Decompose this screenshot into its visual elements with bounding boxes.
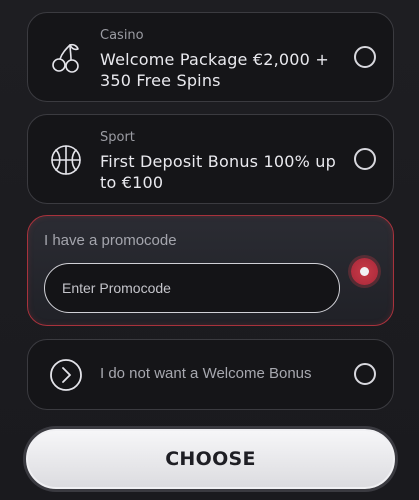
option-promocode-card[interactable]: I have a promocode xyxy=(27,215,394,326)
basketball-icon xyxy=(48,142,84,178)
no-bonus-radio-button[interactable] xyxy=(354,363,376,385)
option-sport-card[interactable]: Sport First Deposit Bonus 100% up to €10… xyxy=(27,114,394,204)
option-category-label: Sport xyxy=(100,130,135,145)
sport-radio-button[interactable] xyxy=(354,148,376,170)
promocode-label: I have a promocode xyxy=(44,232,177,249)
promocode-input[interactable] xyxy=(44,263,340,313)
no-bonus-label: I do not want a Welcome Bonus xyxy=(100,365,312,382)
choose-button[interactable]: CHOOSE xyxy=(26,429,395,489)
option-title: Welcome Package €2,000 + 350 Free Spins xyxy=(100,50,329,90)
chevron-right-circle-icon xyxy=(48,357,84,393)
casino-radio-button[interactable] xyxy=(354,46,376,68)
bonus-selection-page: Casino Welcome Package €2,000 + 350 Free… xyxy=(0,0,419,500)
radio-selected-dot xyxy=(360,267,369,276)
cherries-icon xyxy=(48,40,84,76)
option-category-label: Casino xyxy=(100,28,144,43)
option-no-bonus-card[interactable]: I do not want a Welcome Bonus xyxy=(27,339,394,410)
option-title: First Deposit Bonus 100% up to €100 xyxy=(100,152,337,192)
promocode-radio-button[interactable] xyxy=(351,258,378,285)
option-casino-card[interactable]: Casino Welcome Package €2,000 + 350 Free… xyxy=(27,12,394,102)
